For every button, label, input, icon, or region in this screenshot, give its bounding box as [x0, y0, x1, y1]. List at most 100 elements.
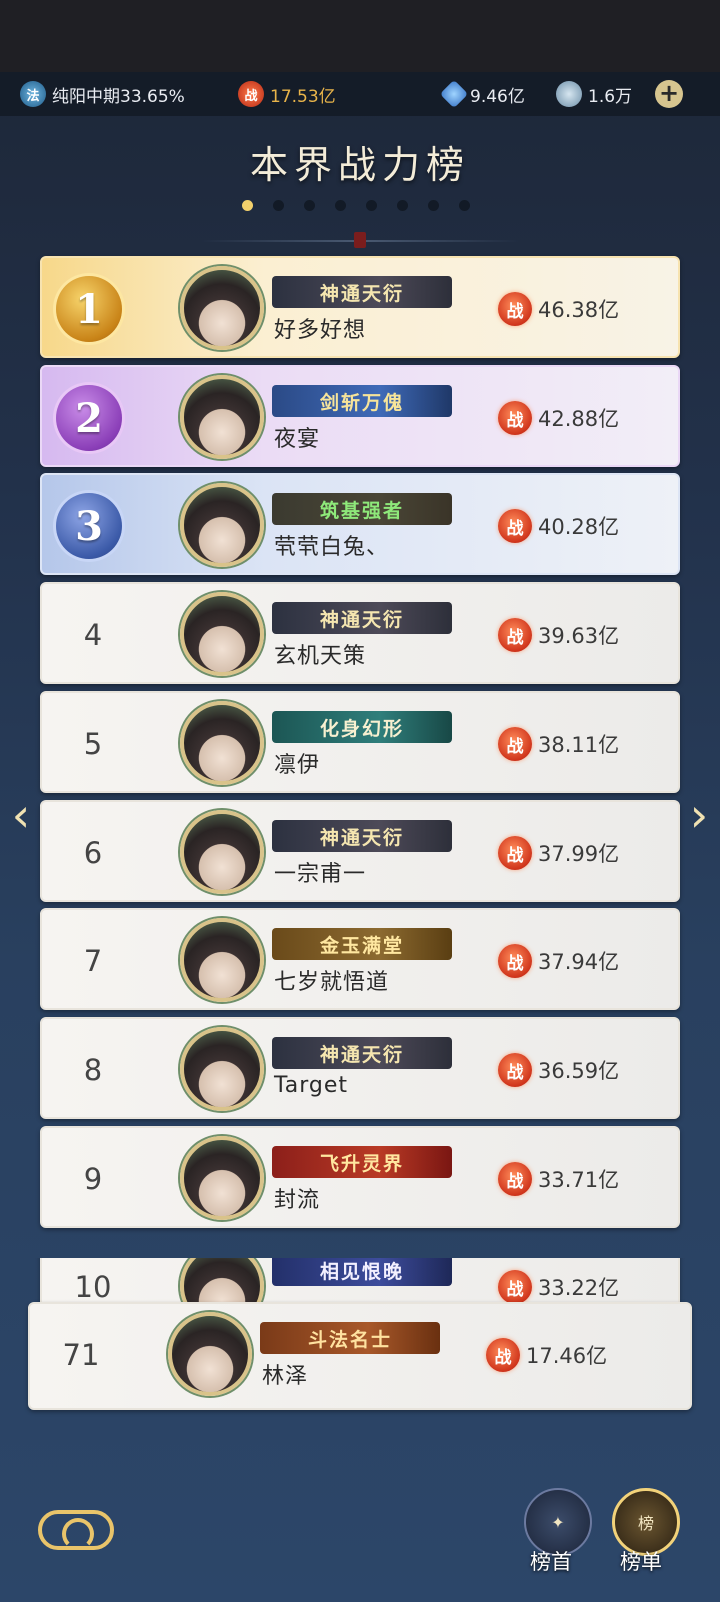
player-power: 36.59亿 — [538, 1059, 620, 1083]
player-power: 38.11亿 — [538, 733, 620, 757]
title-badge-text: 神通天衍 — [319, 282, 404, 305]
self-power: 17.46亿 — [526, 1344, 608, 1368]
title-badge: 神通天衍 — [272, 276, 452, 308]
title-badge-text: 神通天衍 — [319, 608, 404, 631]
player-avatar[interactable] — [180, 266, 264, 350]
player-avatar[interactable] — [180, 375, 264, 459]
player-avatar[interactable] — [180, 592, 264, 676]
battle-power-icon: 战 — [498, 618, 532, 652]
crystal-icon — [439, 79, 469, 109]
scroll-icon: 榜 — [637, 1514, 654, 1533]
ranking-list-label: 榜单 — [620, 1550, 662, 1574]
rank-row[interactable]: 3 筑基强者 茕茕白兔、 战 40.28亿 — [40, 473, 680, 575]
player-power: 39.63亿 — [538, 624, 620, 648]
title-badge: 筑基强者 — [272, 493, 452, 525]
rank-row[interactable]: 10 相见恨晚 战 33.22亿 — [40, 1258, 680, 1302]
title-badge: 剑斩万傀 — [272, 385, 452, 417]
battle-power-icon: 战 — [498, 1270, 532, 1302]
player-avatar[interactable] — [180, 918, 264, 1002]
self-row[interactable]: 71 斗法名士 林泽 战 17.46亿 — [28, 1302, 692, 1410]
clipped-row-wrapper: 10 相见恨晚 战 33.22亿 — [0, 1258, 720, 1302]
prev-page-arrow-icon[interactable]: ‹ — [6, 790, 36, 840]
rank-medal-icon: 3 — [56, 493, 122, 559]
page-dot[interactable] — [366, 200, 377, 211]
player-avatar[interactable] — [180, 1027, 264, 1111]
player-name: 一宗甫一 — [274, 862, 367, 887]
player-power: 46.38亿 — [538, 298, 620, 322]
rank-row[interactable]: 2 剑斩万傀 夜宴 战 42.88亿 — [40, 365, 680, 467]
coin-stat[interactable]: 1.6万 — [556, 81, 632, 107]
cloud-menu-icon[interactable] — [38, 1510, 114, 1550]
power-stat[interactable]: 战 17.53亿 — [238, 81, 336, 107]
title-badge-text: 神通天衍 — [319, 826, 404, 849]
title-badge-text: 剑斩万傀 — [319, 391, 404, 414]
rank-row[interactable]: 5 化身幻形凛伊 战 38.11亿 — [40, 691, 680, 793]
player-avatar[interactable] — [180, 483, 264, 567]
player-name: 好多好想 — [274, 318, 367, 343]
player-name: 七岁就悟道 — [274, 970, 390, 995]
player-name: 凛伊 — [274, 753, 321, 778]
battle-power-icon: 战 — [498, 727, 532, 761]
player-power: 33.22亿 — [538, 1276, 620, 1300]
crystal-stat[interactable]: 9.46亿 — [439, 79, 525, 109]
rank-number: 5 — [83, 727, 103, 761]
title-badge-text: 神通天衍 — [319, 1043, 404, 1066]
page-dot[interactable] — [242, 200, 253, 211]
title-badge-text: 化身幻形 — [319, 717, 404, 740]
rank-number: 9 — [83, 1162, 103, 1196]
player-avatar[interactable] — [180, 701, 264, 785]
page-dot[interactable] — [335, 200, 346, 211]
seal-ornament — [354, 232, 366, 248]
battle-power-icon: 战 — [498, 836, 532, 870]
page-dot[interactable] — [397, 200, 408, 211]
page-dot[interactable] — [304, 200, 315, 211]
player-avatar[interactable] — [180, 810, 264, 894]
add-currency-button[interactable]: + — [655, 80, 683, 108]
crystal-value: 9.46亿 — [470, 86, 525, 107]
battle-power-icon: 战 — [498, 292, 532, 326]
realm-icon: 法 — [20, 81, 46, 107]
battle-power-icon: 战 — [498, 944, 532, 978]
title-badge: 神通天衍 — [272, 820, 452, 852]
title-badge: 化身幻形 — [272, 711, 452, 743]
flame-crest-icon: ✦ — [551, 1512, 565, 1532]
next-page-arrow-icon[interactable]: › — [684, 790, 714, 840]
coin-value: 1.6万 — [588, 86, 633, 107]
page-dot[interactable] — [273, 200, 284, 211]
player-name: 夜宴 — [274, 427, 321, 452]
title-badge-text: 筑基强者 — [319, 499, 404, 522]
rank-number: 4 — [83, 618, 103, 652]
player-name: 玄机天策 — [274, 644, 367, 669]
self-title-badge: 斗法名士 — [260, 1322, 440, 1354]
page-indicator — [242, 200, 470, 211]
battle-power-icon: 战 — [498, 1053, 532, 1087]
realm-stat[interactable]: 法 纯阳中期33.65% — [20, 81, 185, 107]
page-dot[interactable] — [459, 200, 470, 211]
title-badge: 神通天衍 — [272, 602, 452, 634]
realm-value: 纯阳中期33.65% — [52, 86, 185, 107]
player-power: 40.28亿 — [538, 515, 620, 539]
rank-row[interactable]: 9 飞升灵界 封流 战 33.71亿 — [40, 1126, 680, 1228]
status-bar: 法 纯阳中期33.65% 战 17.53亿 9.46亿 1.6万 — [0, 72, 720, 116]
self-rank: 71 — [62, 1338, 100, 1372]
self-avatar[interactable] — [168, 1312, 252, 1396]
player-power: 37.99亿 — [538, 842, 620, 866]
player-name: Target — [274, 1073, 349, 1098]
page-dot[interactable] — [428, 200, 439, 211]
player-avatar[interactable] — [180, 1136, 264, 1220]
rank-row[interactable]: 4 神通天衍玄机天策 战 39.63亿 — [40, 582, 680, 684]
rank-number: 8 — [83, 1053, 103, 1087]
rank-row[interactable]: 1 神通天衍 好多好想 战 46.38亿 — [40, 256, 680, 358]
rank-row[interactable]: 8 神通天衍 Target 战 36.59亿 — [40, 1017, 680, 1119]
title-badge-text: 飞升灵界 — [319, 1152, 404, 1175]
player-avatar[interactable] — [180, 1258, 264, 1302]
rank-row[interactable]: 7 金玉满堂 七岁就悟道 战 37.94亿 — [40, 908, 680, 1010]
player-name: 茕茕白兔、 — [274, 535, 390, 560]
rank-medal-icon: 2 — [56, 385, 122, 451]
title-badge: 飞升灵界 — [272, 1146, 452, 1178]
title-badge-text: 相见恨晚 — [319, 1260, 404, 1283]
top-rank-label: 榜首 — [530, 1550, 572, 1574]
battle-power-icon: 战 — [238, 81, 264, 107]
top-decor-pattern — [0, 0, 720, 72]
rank-row[interactable]: 6 神通天衍 一宗甫一 战 37.99亿 — [40, 800, 680, 902]
